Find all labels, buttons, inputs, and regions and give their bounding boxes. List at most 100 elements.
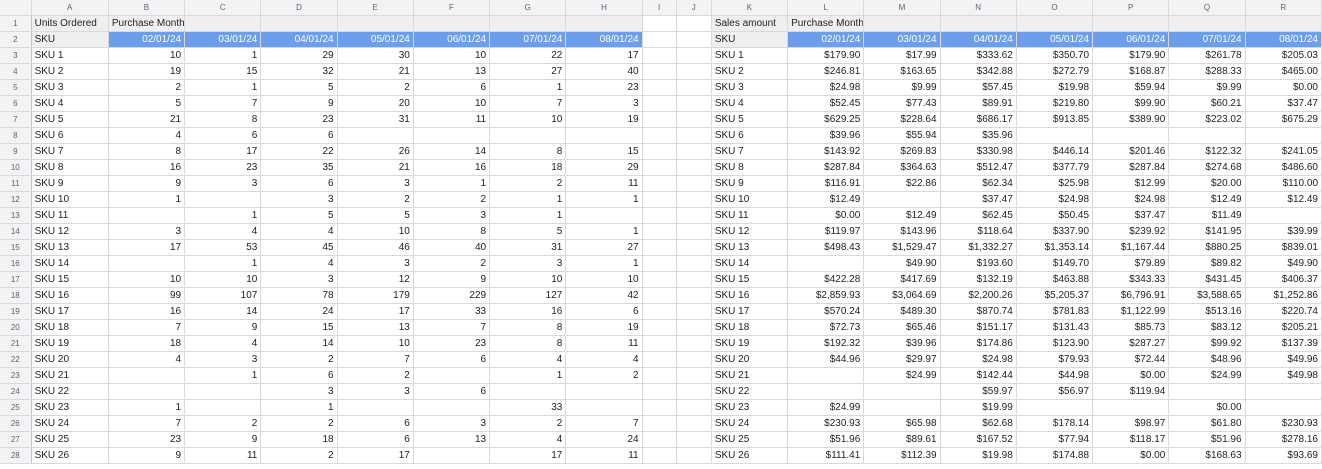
- units-cell[interactable]: 16: [108, 159, 186, 176]
- units-cell[interactable]: 35: [260, 159, 338, 176]
- sales-cell[interactable]: $498.43: [787, 239, 865, 256]
- sales-cell[interactable]: $62.45: [940, 207, 1017, 224]
- right-sku-cell[interactable]: SKU 11: [711, 207, 789, 224]
- right-sku-cell[interactable]: SKU 8: [711, 159, 789, 176]
- sales-cell[interactable]: $59.94: [1092, 79, 1170, 96]
- sales-cell[interactable]: $19.98: [1016, 79, 1094, 96]
- column-header-m[interactable]: M: [863, 0, 941, 16]
- units-cell[interactable]: 5: [489, 223, 567, 240]
- units-cell[interactable]: 18: [489, 159, 567, 176]
- left-date-header[interactable]: 08/01/24: [565, 31, 643, 48]
- sales-cell[interactable]: $1,167.44: [1092, 239, 1170, 256]
- sales-cell[interactable]: $61.80: [1168, 415, 1246, 432]
- units-cell[interactable]: 3: [184, 351, 262, 368]
- left-date-header[interactable]: 07/01/24: [489, 31, 567, 48]
- empty-cell[interactable]: [642, 111, 677, 128]
- sales-cell[interactable]: $48.96: [1168, 351, 1246, 368]
- empty-cell[interactable]: [676, 303, 712, 320]
- right-sku-cell[interactable]: SKU 18: [711, 319, 789, 336]
- sales-cell[interactable]: $19.99: [940, 399, 1017, 416]
- units-cell[interactable]: 16: [413, 159, 491, 176]
- units-cell[interactable]: 9: [184, 431, 262, 448]
- units-cell[interactable]: 2: [337, 191, 414, 208]
- sales-cell[interactable]: $167.52: [940, 431, 1017, 448]
- units-cell[interactable]: 9: [108, 175, 186, 192]
- units-cell[interactable]: 46: [337, 239, 414, 256]
- row-header[interactable]: 14: [0, 223, 32, 240]
- right-sku-cell[interactable]: SKU 17: [711, 303, 789, 320]
- right-sku-cell[interactable]: SKU 19: [711, 335, 789, 352]
- units-cell[interactable]: 10: [337, 335, 414, 352]
- units-cell[interactable]: 2: [108, 79, 186, 96]
- units-cell[interactable]: 42: [565, 287, 643, 304]
- units-cell[interactable]: [337, 127, 414, 144]
- units-cell[interactable]: 1: [565, 223, 643, 240]
- sales-cell[interactable]: $12.49: [787, 191, 865, 208]
- empty-cell[interactable]: [676, 15, 712, 32]
- sales-cell[interactable]: [1016, 399, 1094, 416]
- units-cell[interactable]: 3: [260, 271, 338, 288]
- units-cell[interactable]: 33: [413, 303, 491, 320]
- sales-cell[interactable]: $24.98: [1092, 191, 1170, 208]
- sales-cell[interactable]: $77.94: [1016, 431, 1094, 448]
- sales-cell[interactable]: $143.92: [787, 143, 865, 160]
- sales-cell[interactable]: $0.00: [1168, 399, 1246, 416]
- units-cell[interactable]: 1: [565, 191, 643, 208]
- empty-cell[interactable]: [676, 207, 712, 224]
- sales-cell[interactable]: [1092, 399, 1170, 416]
- left-sku-cell[interactable]: SKU 22: [31, 383, 109, 400]
- units-cell[interactable]: [413, 127, 491, 144]
- empty-cell[interactable]: [642, 367, 677, 384]
- sales-cell[interactable]: $174.88: [1016, 447, 1094, 464]
- sales-cell[interactable]: $287.27: [1092, 335, 1170, 352]
- sales-cell[interactable]: $122.32: [1168, 143, 1246, 160]
- units-cell[interactable]: 2: [413, 191, 491, 208]
- units-cell[interactable]: 1: [489, 367, 567, 384]
- units-cell[interactable]: 7: [489, 95, 567, 112]
- units-cell[interactable]: 15: [565, 143, 643, 160]
- units-cell[interactable]: 11: [565, 447, 643, 464]
- units-cell[interactable]: 17: [565, 47, 643, 64]
- column-header-p[interactable]: P: [1092, 0, 1170, 16]
- empty-cell[interactable]: [676, 63, 712, 80]
- row-header[interactable]: 12: [0, 191, 32, 208]
- row-header[interactable]: 5: [0, 79, 32, 96]
- header-cell[interactable]: [260, 15, 338, 32]
- units-cell[interactable]: 17: [184, 143, 262, 160]
- units-cell[interactable]: 19: [108, 63, 186, 80]
- empty-cell[interactable]: [676, 415, 712, 432]
- units-cell[interactable]: 19: [565, 319, 643, 336]
- sales-cell[interactable]: $19.98: [940, 447, 1017, 464]
- sales-cell[interactable]: $39.99: [1245, 223, 1322, 240]
- units-cell[interactable]: 11: [413, 111, 491, 128]
- sales-cell[interactable]: [1016, 127, 1094, 144]
- units-cell[interactable]: 7: [108, 415, 186, 432]
- right-sku-cell[interactable]: SKU 16: [711, 287, 789, 304]
- empty-cell[interactable]: [642, 399, 677, 416]
- empty-cell[interactable]: [676, 239, 712, 256]
- empty-cell[interactable]: [642, 239, 677, 256]
- empty-cell[interactable]: [676, 31, 712, 48]
- right-sku-cell[interactable]: SKU 26: [711, 447, 789, 464]
- column-header-f[interactable]: F: [413, 0, 491, 16]
- sales-cell[interactable]: $44.96: [787, 351, 865, 368]
- empty-cell[interactable]: [642, 287, 677, 304]
- right-sku-cell[interactable]: SKU 4: [711, 95, 789, 112]
- empty-cell[interactable]: [642, 159, 677, 176]
- sales-cell[interactable]: $486.60: [1245, 159, 1322, 176]
- right-date-header[interactable]: 06/01/24: [1092, 31, 1170, 48]
- row-header[interactable]: 2: [0, 31, 32, 48]
- empty-cell[interactable]: [642, 47, 677, 64]
- sales-cell[interactable]: $37.47: [1092, 207, 1170, 224]
- spreadsheet-grid[interactable]: ABCDEFGHIJKLMNOPQR 1 Units Ordered Purchas…: [0, 0, 1322, 464]
- sales-cell[interactable]: $51.96: [1168, 431, 1246, 448]
- empty-cell[interactable]: [676, 191, 712, 208]
- units-cell[interactable]: 27: [489, 63, 567, 80]
- sales-cell[interactable]: [1092, 127, 1170, 144]
- empty-cell[interactable]: [642, 31, 677, 48]
- empty-cell[interactable]: [676, 159, 712, 176]
- sales-cell[interactable]: $72.44: [1092, 351, 1170, 368]
- units-cell[interactable]: 21: [108, 111, 186, 128]
- sales-cell[interactable]: [787, 367, 865, 384]
- units-cell[interactable]: 6: [413, 79, 491, 96]
